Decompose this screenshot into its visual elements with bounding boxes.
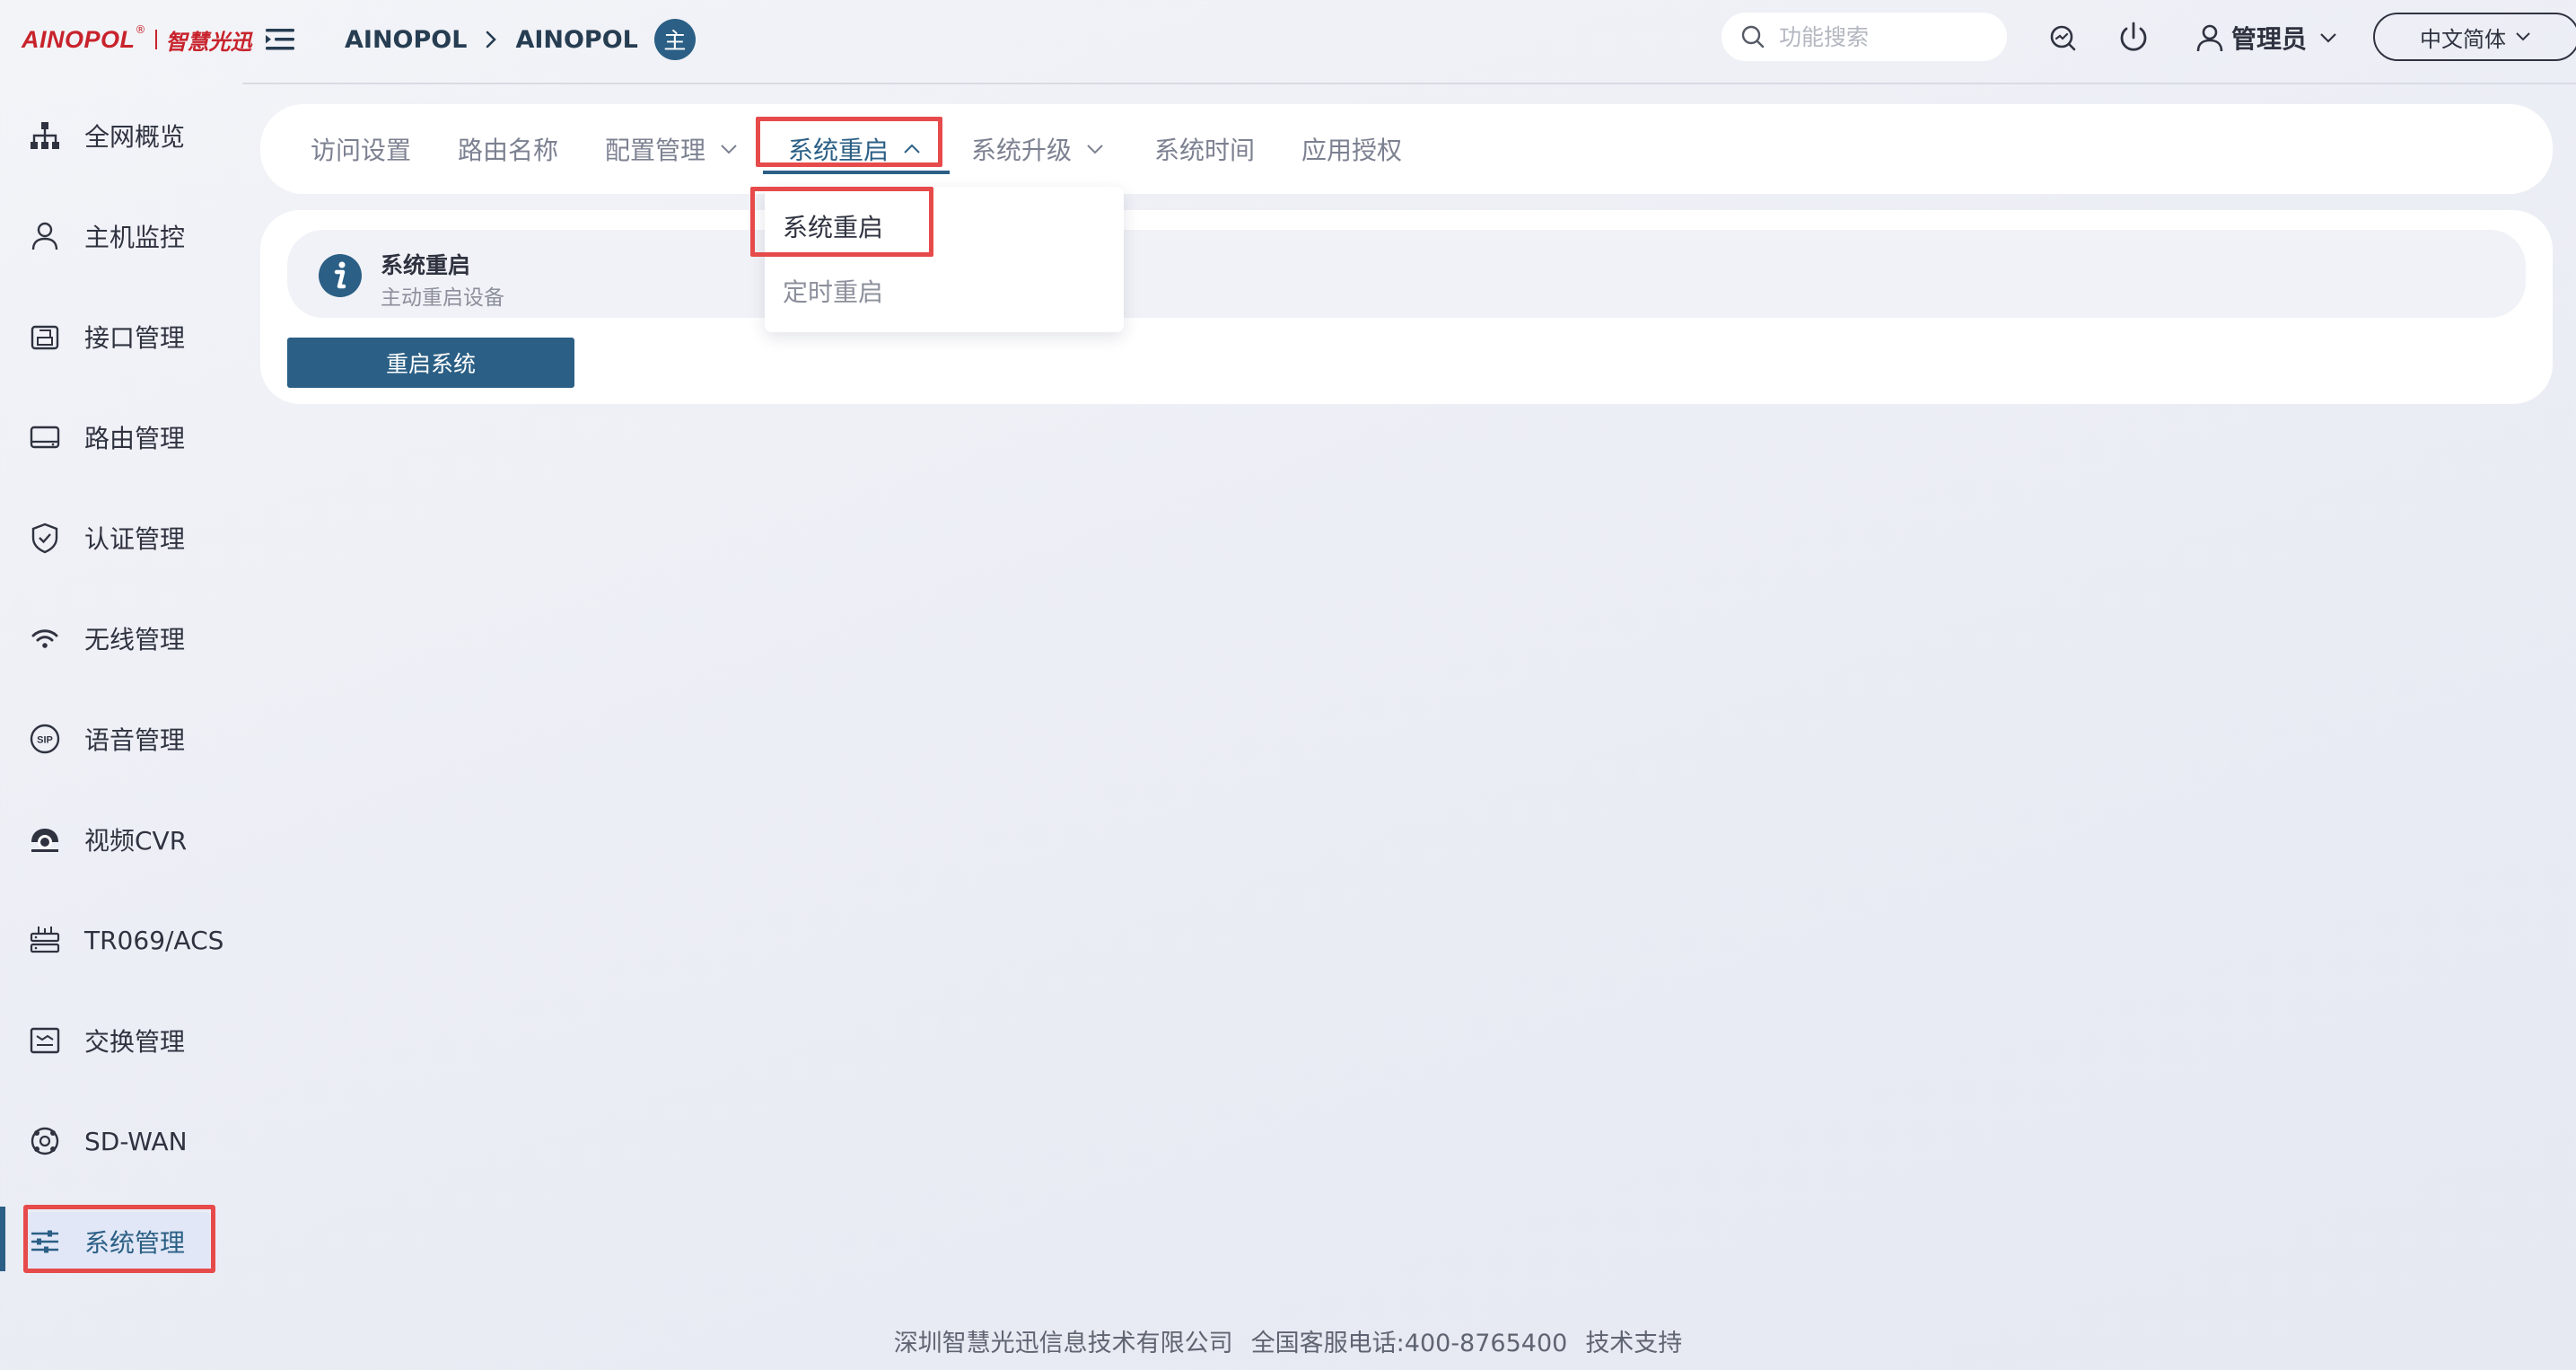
dropdown-highlight-box	[750, 187, 933, 257]
tab-label: 系统升级	[971, 136, 1073, 165]
sidebar-item-sdwan[interactable]: SD-WAN	[27, 1110, 188, 1172]
sidebar-item-host-monitor[interactable]: 主机监控	[27, 205, 185, 268]
breadcrumb-item[interactable]: AINOPOL	[515, 26, 637, 54]
search-icon	[1739, 23, 1766, 50]
sidebar-item-auth[interactable]: 认证管理	[27, 506, 185, 569]
language-select[interactable]: 中文简体	[2373, 13, 2576, 61]
sidebar-item-label: 认证管理	[84, 524, 186, 554]
search-box[interactable]	[1722, 13, 2007, 61]
chevron-right-icon	[483, 29, 499, 50]
tab-label: 路由名称	[458, 136, 559, 165]
top-bar-divider	[242, 83, 2576, 84]
sidebar-item-label: TR069/ACS	[84, 925, 224, 955]
tab-config-management[interactable]: 配置管理	[605, 104, 740, 194]
tab-label: 应用授权	[1301, 136, 1403, 165]
logo-separator	[154, 30, 157, 49]
sdwan-icon	[27, 1123, 63, 1159]
user-icon	[27, 218, 63, 254]
sidebar-item-wireless[interactable]: 无线管理	[27, 607, 185, 670]
chevron-down-icon	[2318, 27, 2339, 48]
top-bar: AINOPOL ® 智慧光迅 AINOPOL AINOPOL 主 功能搜索 管理…	[0, 0, 2576, 83]
tab-label: 访问设置	[311, 136, 412, 165]
language-value: 中文简体	[2420, 26, 2506, 52]
banner-subtitle: 主动重启设备	[381, 286, 504, 310]
alarm-search-icon[interactable]	[2045, 20, 2081, 56]
sidebar-item-label: 路由管理	[84, 424, 186, 453]
sidebar-item-voice[interactable]: SIP 语音管理	[27, 707, 185, 770]
info-icon	[318, 253, 363, 298]
sidebar-item-label: 交换管理	[84, 1027, 186, 1057]
chevron-down-icon	[1087, 145, 1103, 154]
sidebar-item-highlight-box	[23, 1205, 215, 1273]
sidebar-item-label: 视频CVR	[84, 826, 188, 856]
tab-access-settings[interactable]: 访问设置	[311, 104, 411, 194]
tab-bar: 访问设置 路由名称 配置管理 系统重启 系统升级 系统时间 应用授权	[260, 104, 2553, 194]
svg-text:SIP: SIP	[37, 735, 53, 746]
logo-brand: AINOPOL	[22, 25, 136, 53]
user-name: 管理员	[2231, 24, 2308, 54]
sidebar-item-video-cvr[interactable]: 视频CVR	[27, 808, 187, 871]
info-banner: 系统重启 主动重启设备	[287, 230, 2526, 318]
camera-icon	[27, 821, 63, 857]
sidebar-item-label: 语音管理	[84, 725, 186, 755]
tab-label: 配置管理	[605, 136, 706, 165]
network-topology-icon	[27, 118, 63, 154]
sidebar-item-label: 接口管理	[84, 323, 186, 353]
sip-icon: SIP	[27, 721, 63, 757]
tab-system-upgrade[interactable]: 系统升级	[971, 104, 1106, 194]
content-card: 系统重启 主动重启设备 重启系统	[260, 210, 2553, 404]
footer-hotline: 全国客服电话:400-8765400	[1250, 1329, 1568, 1357]
tab-label: 系统时间	[1154, 136, 1256, 165]
search-input[interactable]	[1777, 22, 1987, 51]
logo-reg-mark: ®	[135, 23, 146, 36]
router-icon	[27, 419, 63, 455]
power-icon[interactable]	[2115, 19, 2152, 57]
sidebar-item-interface[interactable]: 接口管理	[27, 305, 185, 368]
user-menu[interactable]: 管理员	[2194, 16, 2339, 59]
reboot-system-button[interactable]: 重启系统	[287, 338, 574, 388]
tab-router-name[interactable]: 路由名称	[458, 104, 558, 194]
role-badge: 主	[653, 19, 696, 60]
breadcrumb: AINOPOL AINOPOL 主	[345, 18, 696, 61]
sidebar-item-label: SD-WAN	[84, 1126, 188, 1156]
sidebar-active-indicator	[0, 1207, 5, 1271]
server-rack-icon	[27, 922, 63, 958]
sidebar-item-routing[interactable]: 路由管理	[27, 406, 185, 469]
user-icon	[2194, 22, 2226, 54]
chevron-down-icon	[2513, 27, 2533, 47]
breadcrumb-item[interactable]: AINOPOL	[345, 26, 467, 54]
tab-highlight-box	[756, 117, 942, 167]
banner-title: 系统重启	[381, 252, 471, 278]
chevron-down-icon	[721, 145, 737, 154]
shield-check-icon	[27, 520, 63, 556]
sidebar-item-label: 全网概览	[84, 122, 186, 152]
sidebar-item-switch[interactable]: 交换管理	[27, 1009, 185, 1072]
dropdown-item-label: 定时重启	[783, 277, 884, 307]
wifi-icon	[27, 620, 63, 656]
footer-support-link[interactable]: 技术支持	[1585, 1323, 1682, 1358]
tab-app-license[interactable]: 应用授权	[1301, 104, 1402, 194]
interface-icon	[27, 319, 63, 355]
sidebar-item-label: 主机监控	[84, 223, 186, 252]
sidebar-item-label: 无线管理	[84, 625, 186, 654]
dropdown-item-scheduled-reboot[interactable]: 定时重启	[783, 264, 883, 318]
tab-active-underline	[763, 171, 950, 174]
footer-company: 深圳智慧光迅信息技术有限公司	[893, 1329, 1233, 1357]
footer: 深圳智慧光迅信息技术有限公司 全国客服电话:400-8765400 技术支持	[0, 1318, 2576, 1363]
logo: AINOPOL ® 智慧光迅	[22, 22, 252, 57]
tab-system-time[interactable]: 系统时间	[1154, 104, 1255, 194]
logo-tagline: 智慧光迅	[165, 28, 252, 55]
menu-toggle-icon[interactable]	[262, 22, 298, 57]
switch-icon	[27, 1023, 63, 1058]
sidebar-item-tr069[interactable]: TR069/ACS	[27, 909, 223, 971]
sidebar-item-overview[interactable]: 全网概览	[27, 104, 185, 167]
